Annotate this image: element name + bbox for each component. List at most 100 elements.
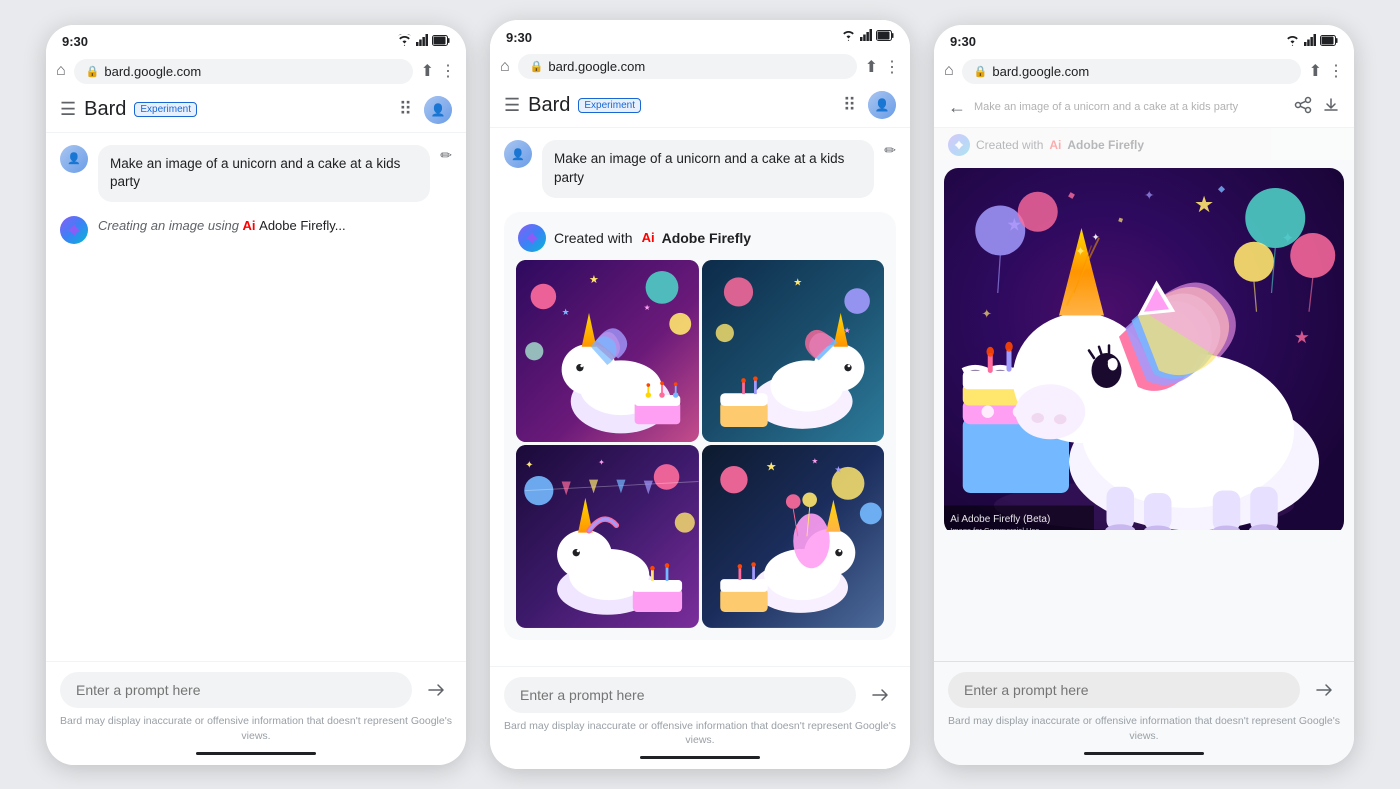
share-icon-3[interactable]: ⬆ (1309, 61, 1322, 81)
url-bar-3[interactable]: 🔒 bard.google.com (962, 59, 1301, 84)
firefly-created-text: Created with Ai Adobe Firefly (554, 230, 751, 246)
svg-text:★: ★ (644, 303, 651, 312)
underline-bar-2 (640, 756, 760, 759)
avatar-image: 👤 (424, 96, 452, 124)
unicorn-image-1[interactable]: ★ ★ ★ (516, 260, 699, 443)
input-area-3: Bard may display inaccurate or offensive… (934, 661, 1354, 764)
chat-content-1: 👤 Make an image of a unicorn and a cake … (46, 133, 466, 662)
underline-bar-1 (196, 752, 316, 755)
browser-actions-2: ⬆ ⋮ (865, 57, 900, 77)
edit-icon-2[interactable]: ✏ (884, 142, 896, 159)
more-icon-3[interactable]: ⋮ (1328, 61, 1344, 81)
firefly-card: Created with Ai Adobe Firefly (504, 212, 896, 640)
back-left: ← (948, 97, 966, 118)
ghost-adobe-firefly: Adobe Firefly (1067, 138, 1144, 152)
send-button-3[interactable] (1308, 674, 1340, 706)
ghost-user-message: Make an image of a unicorn and a cake at… (966, 100, 1294, 114)
hamburger-icon-2[interactable]: ☰ (504, 95, 520, 116)
url-bar-2[interactable]: 🔒 bard.google.com (518, 54, 857, 79)
bard-logo-small (60, 216, 88, 244)
battery-icon-3 (1320, 33, 1338, 51)
unicorn-image-3[interactable]: ✦ ✦ (516, 445, 699, 628)
action-icons (1294, 96, 1340, 119)
status-icons-2 (841, 28, 894, 46)
phone-1: 9:30 (46, 25, 466, 765)
apps-icon-2[interactable]: ⠿ (843, 95, 856, 116)
battery-icon (432, 33, 450, 51)
user-message-text-2: Make an image of a unicorn and a cake at… (554, 151, 844, 185)
prompt-input-2[interactable] (504, 677, 856, 713)
share-action-icon[interactable] (1294, 96, 1312, 119)
svg-text:✦: ✦ (598, 458, 605, 467)
prompt-input-1[interactable] (60, 672, 412, 708)
share-icon-2[interactable]: ⬆ (865, 57, 878, 77)
download-icon[interactable] (1322, 96, 1340, 119)
bard-header-1: ☰ Bard Experiment ⠿ 👤 (46, 88, 466, 133)
svg-text:★: ★ (811, 457, 818, 466)
user-avatar-2[interactable]: 👤 (868, 91, 896, 119)
url-text-1: bard.google.com (104, 64, 201, 79)
disclaimer-2: Bard may display inaccurate or offensive… (504, 719, 896, 748)
user-avatar[interactable]: 👤 (424, 96, 452, 124)
url-text-3: bard.google.com (992, 64, 1089, 79)
svg-text:Ai Adobe Firefly (Beta): Ai Adobe Firefly (Beta) (950, 513, 1050, 524)
home-icon-2[interactable]: ⌂ (500, 58, 510, 76)
svg-text:★: ★ (834, 465, 842, 475)
home-icon[interactable]: ⌂ (56, 62, 66, 80)
home-icon-3[interactable]: ⌂ (944, 62, 954, 80)
svg-text:Image for Commercial Use: Image for Commercial Use (950, 526, 1039, 531)
wifi-icon-2 (841, 28, 856, 46)
status-time-2: 9:30 (506, 30, 532, 45)
ghost-adobe-icon: Ai (1049, 138, 1061, 152)
wifi-icon-3 (1285, 33, 1300, 51)
chat-content-2: 👤 Make an image of a unicorn and a cake … (490, 128, 910, 666)
lock-icon-3: 🔒 (974, 65, 988, 78)
svg-text:✦: ✦ (1075, 244, 1086, 258)
ghost-firefly-header: Created with Ai Adobe Firefly (934, 128, 1354, 160)
send-button-1[interactable] (420, 674, 452, 706)
more-icon-2[interactable]: ⋮ (884, 57, 900, 77)
svg-text:★: ★ (562, 307, 570, 317)
ghost-message-text: Make an image of a unicorn and a cake at… (974, 100, 1286, 114)
firefly-card-header: Created with Ai Adobe Firefly (504, 212, 896, 260)
share-icon[interactable]: ⬆ (421, 61, 434, 81)
experiment-badge-2: Experiment (578, 98, 641, 113)
url-text-2: bard.google.com (548, 59, 645, 74)
status-time-1: 9:30 (62, 34, 88, 49)
user-avatar-small-2: 👤 (504, 140, 532, 168)
status-icons-1 (397, 33, 450, 51)
firefly-logo (518, 224, 546, 252)
avatar-image-2: 👤 (868, 91, 896, 119)
url-bar-1[interactable]: 🔒 bard.google.com (74, 59, 413, 84)
more-icon[interactable]: ⋮ (440, 61, 456, 81)
back-icon[interactable]: ← (948, 97, 966, 118)
svg-text:★: ★ (793, 277, 802, 288)
phone-2: 9:30 (490, 20, 910, 769)
bard-right-1: ⠿ 👤 (399, 96, 452, 124)
hamburger-icon[interactable]: ☰ (60, 99, 76, 120)
apps-icon[interactable]: ⠿ (399, 99, 412, 120)
unicorn-image-4[interactable]: ★ ★ ★ (702, 445, 885, 628)
experiment-badge: Experiment (134, 102, 197, 117)
status-bar-3: 9:30 (934, 25, 1354, 55)
signal-icon-3 (1304, 33, 1316, 51)
edit-icon[interactable]: ✏ (440, 147, 452, 164)
browser-actions-1: ⬆ ⋮ (421, 61, 456, 81)
wifi-icon (397, 33, 412, 51)
user-message-text: Make an image of a unicorn and a cake at… (110, 156, 400, 190)
svg-text:✦: ✦ (1092, 232, 1100, 243)
signal-icon-2 (860, 28, 872, 46)
prompt-input-row-1 (60, 672, 452, 708)
user-message-bubble-2: Make an image of a unicorn and a cake at… (542, 140, 874, 198)
browser-bar-1: ⌂ 🔒 bard.google.com ⬆ ⋮ (46, 55, 466, 88)
send-button-2[interactable] (864, 679, 896, 711)
large-image-container[interactable]: ★ ★ ✦ ✦ ★ ✦ (944, 168, 1344, 536)
svg-text:✦: ✦ (1144, 188, 1155, 202)
unicorn-image-2[interactable]: ★ ★ (702, 260, 885, 443)
svg-text:✦: ✦ (982, 307, 993, 321)
phone-3: 9:30 (934, 25, 1354, 765)
bard-right-2: ⠿ 👤 (843, 91, 896, 119)
prompt-input-row-2 (504, 677, 896, 713)
prompt-input-3[interactable] (948, 672, 1300, 708)
status-time-3: 9:30 (950, 34, 976, 49)
